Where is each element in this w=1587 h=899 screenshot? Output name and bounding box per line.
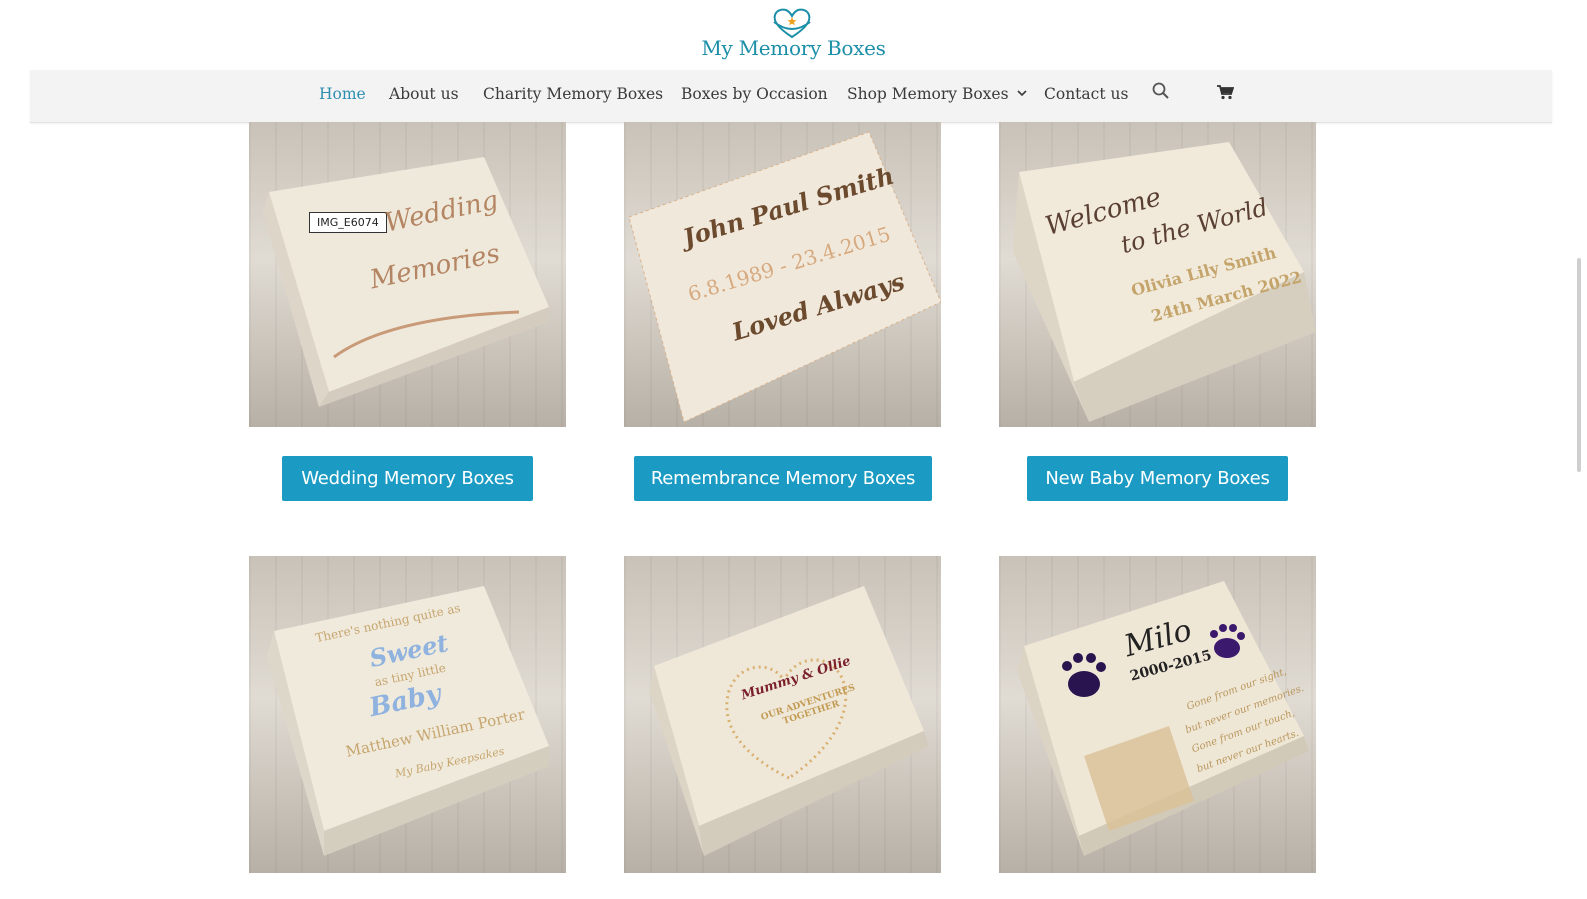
nav-boxes-by-occasion[interactable]: Boxes by Occasion bbox=[681, 85, 828, 103]
main-nav: Home About us Charity Memory Boxes Boxes… bbox=[30, 70, 1552, 123]
pet-memorial-box-illustration bbox=[1017, 581, 1309, 856]
adventures-box-image[interactable]: Mummy & Ollie OUR ADVENTURES TOGETHER bbox=[624, 556, 941, 873]
search-icon[interactable] bbox=[1151, 81, 1171, 101]
heart-logo-icon[interactable] bbox=[770, 6, 814, 40]
scrollbar-thumb[interactable] bbox=[1577, 258, 1581, 472]
chevron-down-icon bbox=[1016, 90, 1027, 97]
cart-icon[interactable] bbox=[1216, 84, 1234, 100]
page-scrollbar[interactable] bbox=[1569, 0, 1587, 899]
sweet-baby-box-image[interactable]: There's nothing quite as Sweet as tiny l… bbox=[249, 556, 566, 873]
brand-name[interactable]: My Memory Boxes bbox=[0, 36, 1587, 60]
remembrance-memory-boxes-button[interactable]: Remembrance Memory Boxes bbox=[634, 456, 932, 501]
nav-contact-us[interactable]: Contact us bbox=[1044, 85, 1128, 103]
nav-home[interactable]: Home bbox=[319, 85, 366, 103]
nav-charity-memory-boxes[interactable]: Charity Memory Boxes bbox=[483, 85, 663, 103]
image-label: IMG_E6074 bbox=[309, 212, 387, 233]
nav-shop-label: Shop Memory Boxes bbox=[847, 85, 1009, 103]
site-header: My Memory Boxes bbox=[0, 0, 1587, 70]
wedding-memory-boxes-button[interactable]: Wedding Memory Boxes bbox=[282, 456, 533, 501]
nav-shop-memory-boxes[interactable]: Shop Memory Boxes bbox=[847, 85, 1027, 103]
new-baby-memory-boxes-button[interactable]: New Baby Memory Boxes bbox=[1027, 456, 1288, 501]
remembrance-box-image[interactable]: John Paul Smith 6.8.1989 - 23.4.2015 Lov… bbox=[624, 122, 941, 427]
new-baby-box-image[interactable]: Welcome to the World Olivia Lily Smith 2… bbox=[999, 122, 1316, 427]
wedding-box-image[interactable]: IMG_E6074 Wedding Memories bbox=[249, 122, 566, 427]
pet-memorial-box-image[interactable]: Milo 2000-2015 Gone from our sight, but … bbox=[999, 556, 1316, 873]
nav-about-us[interactable]: About us bbox=[389, 85, 459, 103]
